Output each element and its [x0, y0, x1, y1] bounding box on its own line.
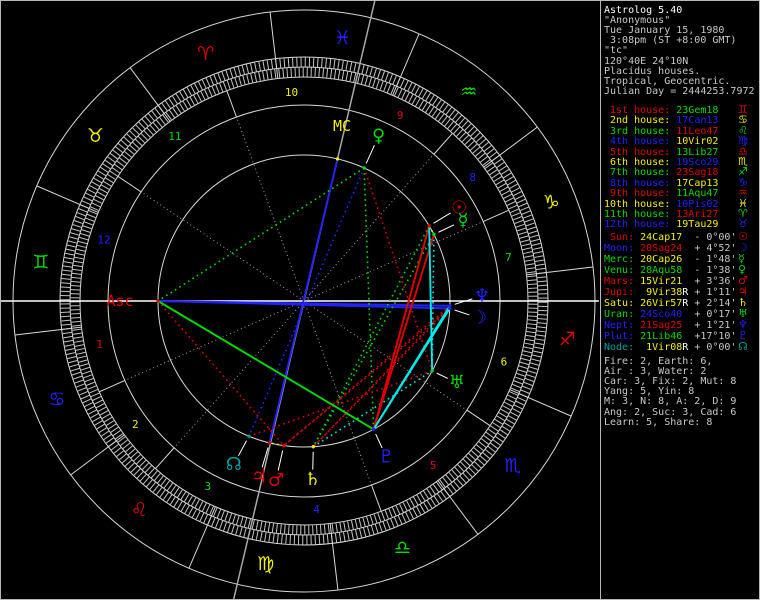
house-row: 12th house: 19Tau29	[604, 219, 719, 231]
planet-row: Mars: 15Vir21 + 3°36'	[604, 276, 737, 287]
planet-row: Uran: 24Sco40 + 0°17'	[604, 309, 737, 320]
planet-row: Jupi: 9Vir38R + 1°11'	[604, 287, 737, 298]
planet-row: Node: 1Vir08R + 0°00'	[604, 342, 737, 353]
astrolog-window: ☉ ☽ ☿ ♀ ♂ ♃ ♄ ♅ ♆ ♇ ☊ ♈ ♉ ♊ ♋ ♌ ♍ ♎ ♏ ♐ ♑ ♒ ♓ 1 2 3 4 5 6 7 8 9 10 11 12 As…	[0, 0, 760, 600]
header-line: Julian Day = 2444253.7972	[604, 85, 755, 97]
planet-row: Satu: 26Vir57R + 2°14'	[604, 298, 737, 309]
house-sign-icon: ♉	[738, 217, 748, 231]
tally-line: Learn: 5, Share: 8	[604, 416, 713, 428]
planet-row: Moon: 20Sag24 + 4°52'	[604, 243, 737, 254]
planet-row: Plut: 21Lib46 +17°10'	[604, 331, 737, 342]
planet-row: Nept: 21Sag25 + 1°21'	[604, 320, 737, 331]
planet-row: Sun: 24Cap17 - 0°00'	[604, 232, 737, 243]
info-sidebar: Astrolog 5.40 "Anonymous" Tue January 15,…	[1, 1, 759, 599]
planet-row: Venu: 28Aqu58 - 1°38'	[604, 265, 737, 276]
planet-icon: ☊	[738, 340, 748, 353]
planet-row: Merc: 20Cap26 - 1°48'	[604, 254, 737, 265]
